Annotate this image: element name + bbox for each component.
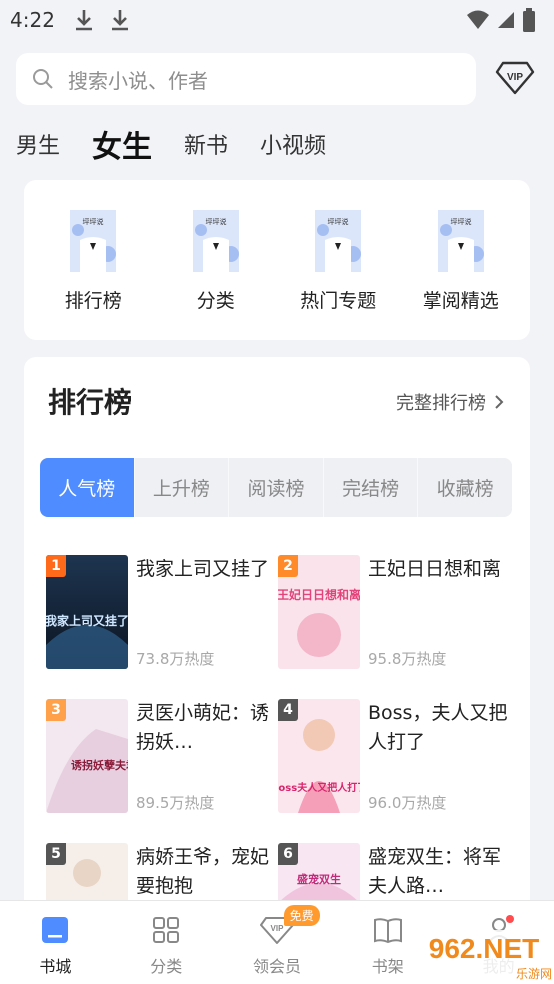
- free-badge: 免费: [283, 905, 320, 926]
- nav-label: 分类: [150, 957, 183, 976]
- book-title: 盛宠双生：将军夫人路…: [368, 846, 502, 897]
- search-placeholder: 搜索小说、作者: [68, 68, 208, 93]
- book-heat: 73.8万热度: [136, 650, 215, 668]
- rank-badge: 1: [46, 555, 66, 577]
- entry-hot-topics[interactable]: 坪坪说 热门专题: [283, 180, 393, 340]
- tab-short-video[interactable]: 小视频: [260, 128, 326, 160]
- vip-diamond-icon[interactable]: VIP: [495, 60, 535, 96]
- book-heat: 95.8万热度: [368, 650, 447, 668]
- rank-badge: 3: [46, 699, 66, 721]
- svg-text:VIP: VIP: [271, 924, 285, 933]
- cover-text: 诱拐妖孽夫君: [71, 758, 128, 772]
- entry-editors-pick[interactable]: 坪坪说 掌阅精选: [406, 180, 516, 340]
- book-heat: 96.0万热度: [368, 794, 447, 812]
- full-ranking-label: 完整排行榜: [396, 393, 486, 414]
- download-icon: [111, 10, 128, 31]
- book-title: 病娇王爷，宠妃要抱抱: [136, 846, 270, 897]
- nav-vip[interactable]: VIP 免费 领会员: [222, 901, 333, 984]
- chevron-right-icon: [495, 395, 504, 409]
- book-item[interactable]: 王妃日日想和离 2 王妃日日想和离 95.8万热度: [278, 555, 510, 671]
- entry-thumb-text: 坪坪说: [205, 217, 226, 226]
- download-icon: [75, 10, 92, 31]
- book-heat: 89.5万热度: [136, 794, 215, 812]
- rank-badge: 4: [278, 699, 298, 721]
- book-title: 我家上司又挂了: [136, 558, 270, 580]
- bookstore-icon: [42, 917, 69, 943]
- tab-new-books[interactable]: 新书: [184, 128, 228, 160]
- tab-rising[interactable]: 上升榜: [135, 458, 230, 517]
- ranking-section: 排行榜 完整排行榜 人气榜 上升榜 阅读榜 完结榜 收藏榜 我家上司又挂了 1 …: [24, 357, 530, 957]
- entry-thumb-text: 坪坪说: [83, 217, 104, 226]
- tab-popular[interactable]: 人气榜: [40, 458, 135, 517]
- entry-thumbnail-icon: 坪坪说: [437, 210, 484, 272]
- nav-label: 书架: [371, 957, 404, 976]
- entry-thumbnail-icon: 坪坪说: [315, 210, 362, 272]
- tab-male[interactable]: 男生: [16, 128, 60, 160]
- nav-label: 领会员: [252, 957, 301, 976]
- signal-icon: [498, 12, 514, 28]
- status-bar: 4:22: [0, 0, 554, 40]
- watermark-logo: 962.NET 乐游网: [412, 930, 554, 982]
- svg-text:VIP: VIP: [507, 72, 523, 83]
- watermark-subtext: 乐游网: [516, 967, 552, 981]
- book-title: 灵医小萌妃：诱拐妖…: [136, 702, 270, 753]
- entry-thumb-text: 坪坪说: [328, 217, 349, 226]
- category-grid-icon: [153, 917, 180, 943]
- entry-thumbnail-icon: 坪坪说: [70, 210, 117, 272]
- search-icon: [33, 69, 53, 89]
- rank-badge: 6: [278, 843, 298, 865]
- entry-label: 排行榜: [64, 290, 122, 312]
- bookshelf-icon: [373, 918, 402, 944]
- book-title: Boss，夫人又把人打了: [368, 702, 508, 753]
- book-item[interactable]: 诱拐妖孽夫君 3 灵医小萌妃：诱拐妖… 89.5万热度: [46, 699, 278, 815]
- rank-badge: 2: [278, 555, 298, 577]
- entry-label: 掌阅精选: [422, 290, 499, 312]
- full-ranking-link[interactable]: 完整排行榜: [396, 389, 504, 415]
- section-title: 排行榜: [48, 386, 133, 419]
- tab-favorites[interactable]: 收藏榜: [418, 458, 512, 517]
- tab-reading[interactable]: 阅读榜: [229, 458, 324, 517]
- entry-thumb-text: 坪坪说: [450, 217, 471, 226]
- entry-category[interactable]: 坪坪说 分类: [161, 180, 271, 340]
- cover-text: 盛宠双生: [297, 872, 341, 886]
- nav-category[interactable]: 分类: [111, 901, 222, 984]
- cover-text: 我家上司又挂了: [46, 613, 128, 628]
- tab-completed[interactable]: 完结榜: [324, 458, 419, 517]
- entry-label: 分类: [196, 290, 235, 312]
- entry-thumbnail-icon: 坪坪说: [192, 210, 239, 272]
- book-item[interactable]: Boss夫人又把人打了 4 Boss，夫人又把人打了 96.0万热度: [278, 699, 510, 815]
- nav-bookstore[interactable]: 书城: [0, 901, 111, 984]
- status-time: 4:22: [10, 8, 55, 32]
- quick-entries: 坪坪说 排行榜 坪坪说 分类 坪坪说 热门专题 坪坪说 掌阅精选: [24, 180, 530, 340]
- book-item[interactable]: 我家上司又挂了 1 我家上司又挂了 73.8万热度: [46, 555, 278, 671]
- battery-icon: [523, 8, 535, 32]
- nav-label: 书城: [39, 957, 72, 976]
- search-input[interactable]: 搜索小说、作者: [16, 53, 476, 105]
- rank-badge: 5: [46, 843, 66, 865]
- channel-tabs: 男生 女生 新书 小视频: [16, 118, 358, 170]
- book-title: 王妃日日想和离: [368, 558, 502, 580]
- ranking-tabs: 人气榜 上升榜 阅读榜 完结榜 收藏榜: [40, 458, 512, 517]
- entry-label: 热门专题: [300, 290, 377, 312]
- watermark-text: 962.NET: [429, 933, 540, 964]
- wifi-icon: [467, 10, 489, 29]
- tab-female[interactable]: 女生: [92, 122, 152, 166]
- entry-ranking[interactable]: 坪坪说 排行榜: [38, 180, 148, 340]
- cover-text: 王妃日日想和离: [278, 587, 360, 602]
- cover-text: Boss夫人又把人打了: [278, 781, 360, 794]
